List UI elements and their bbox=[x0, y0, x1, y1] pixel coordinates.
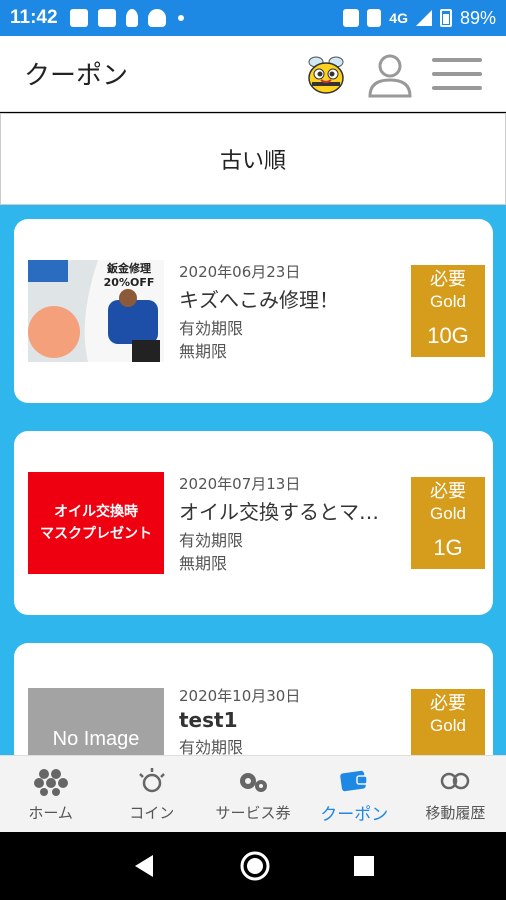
signal-icon bbox=[415, 10, 432, 26]
coupon-wallet-icon bbox=[340, 770, 368, 791]
coupon-image: 鈑金修理 20%OFF bbox=[28, 260, 164, 362]
nav-label: ホーム bbox=[28, 803, 73, 822]
currency-label: Gold bbox=[430, 292, 466, 311]
coupon-list[interactable]: 鈑金修理 20%OFF 2020年06月23日 キズへこみ修理！ 有効期限 無期… bbox=[0, 205, 506, 755]
app-bar: クーポン bbox=[0, 36, 506, 112]
coupon-date: 2020年07月13日 bbox=[179, 475, 301, 493]
coupon-expiry-label: 有効期限 bbox=[179, 531, 244, 550]
history-infinity-icon bbox=[441, 772, 470, 789]
wifi-calling-icon bbox=[343, 9, 360, 27]
service-gear-icon bbox=[240, 772, 267, 792]
bottom-navigation: ホーム コイン サービス券 クーポン 移動履歴 bbox=[0, 755, 506, 832]
nav-label: 移動履歴 bbox=[425, 803, 486, 822]
home-circle-icon[interactable] bbox=[239, 850, 271, 882]
cost-value: 1G bbox=[433, 535, 463, 560]
bell-notification-icon bbox=[147, 9, 166, 27]
nav-travel-history[interactable]: 移動履歴 bbox=[405, 756, 506, 832]
coupon-image-text: 鈑金修理 20%OFF bbox=[103, 262, 155, 289]
nav-coupon[interactable]: クーポン bbox=[304, 756, 405, 832]
bee-mascot-icon[interactable] bbox=[304, 52, 348, 96]
user-account-icon[interactable] bbox=[366, 50, 414, 98]
keyhole-notification-icon bbox=[125, 9, 138, 27]
required-label: 必要 bbox=[430, 481, 466, 502]
coupon-card[interactable]: 鈑金修理 20%OFF 2020年06月23日 キズへこみ修理！ 有効期限 無期… bbox=[14, 219, 493, 403]
coupon-image: オイル交換時 マスクプレゼント bbox=[28, 472, 164, 574]
battery-percent: 89% bbox=[459, 7, 496, 28]
required-label: 必要 bbox=[430, 693, 466, 714]
gold-cost-badge: 必要 Gold 10G bbox=[411, 265, 485, 357]
sort-order-button[interactable]: 古い順 bbox=[0, 113, 506, 205]
coupon-expiry-label: 有効期限 bbox=[179, 738, 244, 755]
cost-value: 10G bbox=[427, 323, 469, 348]
coupon-title: オイル交換するとマ… bbox=[179, 500, 379, 524]
hamburger-menu-icon[interactable] bbox=[432, 54, 482, 94]
nav-label: サービス券 bbox=[215, 803, 291, 822]
coupon-expiry: 無期限 bbox=[179, 342, 228, 361]
coupon-expiry: 無期限 bbox=[179, 554, 228, 573]
coupon-card[interactable]: No Image 2020年10月30日 test1 有効期限 必要 Gold bbox=[14, 643, 493, 755]
coin-icon bbox=[138, 767, 165, 792]
gold-cost-badge: 必要 Gold 1G bbox=[411, 477, 485, 569]
coupon-date: 2020年06月23日 bbox=[179, 263, 301, 281]
gold-cost-badge: 必要 Gold bbox=[411, 689, 485, 755]
back-icon[interactable] bbox=[131, 853, 157, 879]
nav-service-ticket[interactable]: サービス券 bbox=[202, 756, 303, 832]
coupon-title: test1 bbox=[179, 708, 238, 732]
nav-home[interactable]: ホーム bbox=[0, 756, 101, 832]
nav-label: コイン bbox=[129, 803, 175, 822]
network-type: 4G bbox=[389, 10, 408, 26]
coupon-title: キズへこみ修理！ bbox=[179, 288, 339, 312]
coupon-image-line2: マスクプレゼント bbox=[40, 526, 152, 542]
home-hex-icon bbox=[33, 768, 68, 796]
nav-coin[interactable]: コイン bbox=[101, 756, 202, 832]
currency-label: Gold bbox=[430, 716, 466, 735]
coupon-date: 2020年10月30日 bbox=[179, 687, 301, 705]
status-bar: 11:42 4G 89% bbox=[0, 0, 506, 36]
system-navigation-bar bbox=[0, 832, 506, 900]
more-notifications-dot bbox=[177, 15, 184, 21]
status-time: 11:42 bbox=[10, 7, 58, 28]
sort-order-label: 古い順 bbox=[219, 149, 286, 174]
image-notification-icon bbox=[69, 9, 88, 27]
coupon-image: No Image bbox=[28, 688, 164, 755]
nav-label: クーポン bbox=[320, 804, 389, 825]
coupon-image-line1: オイル交換時 bbox=[54, 504, 138, 520]
battery-icon bbox=[439, 9, 452, 27]
required-label: 必要 bbox=[430, 269, 466, 290]
coupon-card[interactable]: オイル交換時 マスクプレゼント 2020年07月13日 オイル交換するとマ… 有… bbox=[14, 431, 493, 615]
vibrate-icon bbox=[367, 9, 382, 27]
coupon-expiry-label: 有効期限 bbox=[179, 319, 244, 338]
recent-apps-icon[interactable] bbox=[353, 855, 375, 877]
app-notification-icon bbox=[97, 9, 116, 27]
page-title: クーポン bbox=[24, 61, 129, 91]
no-image-text: No Image bbox=[52, 727, 140, 750]
currency-label: Gold bbox=[430, 504, 466, 523]
